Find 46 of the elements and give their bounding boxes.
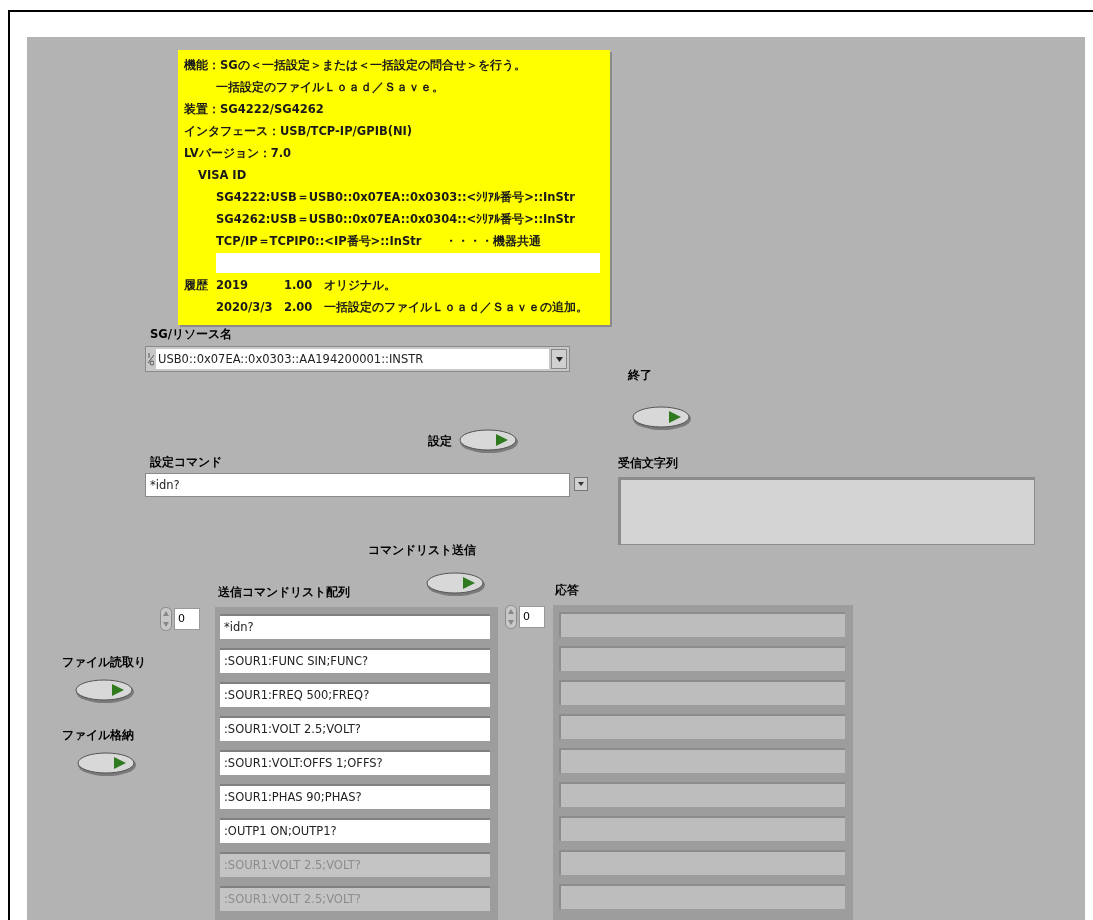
control-label: 送信コマンドリスト配列 xyxy=(218,584,350,601)
history-version: 2.00 xyxy=(284,300,313,314)
index-field[interactable]: 0 xyxy=(519,606,545,628)
control-label: 終了 xyxy=(628,367,652,384)
note-text: 装置：SG4222/SG4262 xyxy=(184,102,324,116)
toggle-button[interactable] xyxy=(631,405,693,431)
command-field[interactable]: *idn? xyxy=(145,473,570,497)
control-label: ファイル格納 xyxy=(62,727,134,744)
history-note: オリジナル。 xyxy=(324,277,396,294)
control-label: ファイル読取り xyxy=(62,654,146,671)
note-text: LVバージョン：7.0 xyxy=(184,146,292,160)
resource-value: USB0::0x07EA::0x0303::AA194200001::INSTR xyxy=(156,349,549,369)
spinner-arrows-icon[interactable] xyxy=(160,607,172,631)
control-label: 応答 xyxy=(555,582,579,599)
toggle-button[interactable] xyxy=(458,428,520,454)
array-element-field[interactable]: :SOUR1:VOLT 2.5;VOLT? xyxy=(220,716,490,741)
note-text: VISA ID xyxy=(198,168,247,182)
note-text: SG4222:USB＝USB0::0x07EA::0x0303::<ｼﾘｱﾙ番号>::InStr xyxy=(216,190,575,204)
array-element-field[interactable]: :SOUR1:VOLT:OFFS 1;OFFS? xyxy=(220,750,490,775)
note-text: 一括設定のファイルＬｏａｄ／Ｓａｖｅ。 xyxy=(216,80,444,94)
history-version: 1.00 xyxy=(284,278,313,292)
array-element-field[interactable]: :SOUR1:FUNC SIN;FUNC? xyxy=(220,648,490,673)
toggle-button[interactable] xyxy=(74,678,136,704)
note-text: インタフェース：USB/TCP-IP/GPIB(NI) xyxy=(184,124,413,138)
array-element-field[interactable]: *idn? xyxy=(220,614,490,639)
toggle-button[interactable] xyxy=(76,751,138,777)
control-label: SG/リソース名 xyxy=(150,326,232,343)
note-text: TCP/IP＝TCPIP0::<IP番号>::InStr ・・・・機器共通 xyxy=(216,234,542,248)
history-label: 履歴 xyxy=(184,278,208,292)
control-label: 受信文字列 xyxy=(618,455,678,472)
history-note: 一括設定のファイルＬｏａｄ／Ｓａｖｅの追加。 xyxy=(324,299,588,316)
array-element-field[interactable]: :OUTP1 ON;OUTP1? xyxy=(220,818,490,843)
control-label: 設定コマンド xyxy=(150,454,222,471)
history-date: 2020/3/3 xyxy=(216,300,273,314)
history-date: 2019 xyxy=(216,278,248,292)
array-element-field[interactable]: :SOUR1:FREQ 500;FREQ? xyxy=(220,682,490,707)
control-label: コマンドリスト送信 xyxy=(368,542,476,559)
resource-dropdown[interactable]: USB0::0x07EA::0x0303::AA194200001::INSTR xyxy=(145,346,570,372)
index-field[interactable]: 0 xyxy=(174,608,200,630)
array-element-field[interactable]: :SOUR1:PHAS 90;PHAS? xyxy=(220,784,490,809)
spinner-arrows-icon[interactable] xyxy=(505,605,517,629)
note-text: SG4262:USB＝USB0::0x07EA::0x0304::<ｼﾘｱﾙ番号>::InStr xyxy=(216,212,575,226)
control-label: 設定 xyxy=(428,433,452,450)
toggle-button[interactable] xyxy=(425,571,487,597)
io-icon xyxy=(148,351,154,367)
note-text: 機能：SGの＜一括設定＞または＜一括設定の問合せ＞を行う。 xyxy=(184,58,526,72)
